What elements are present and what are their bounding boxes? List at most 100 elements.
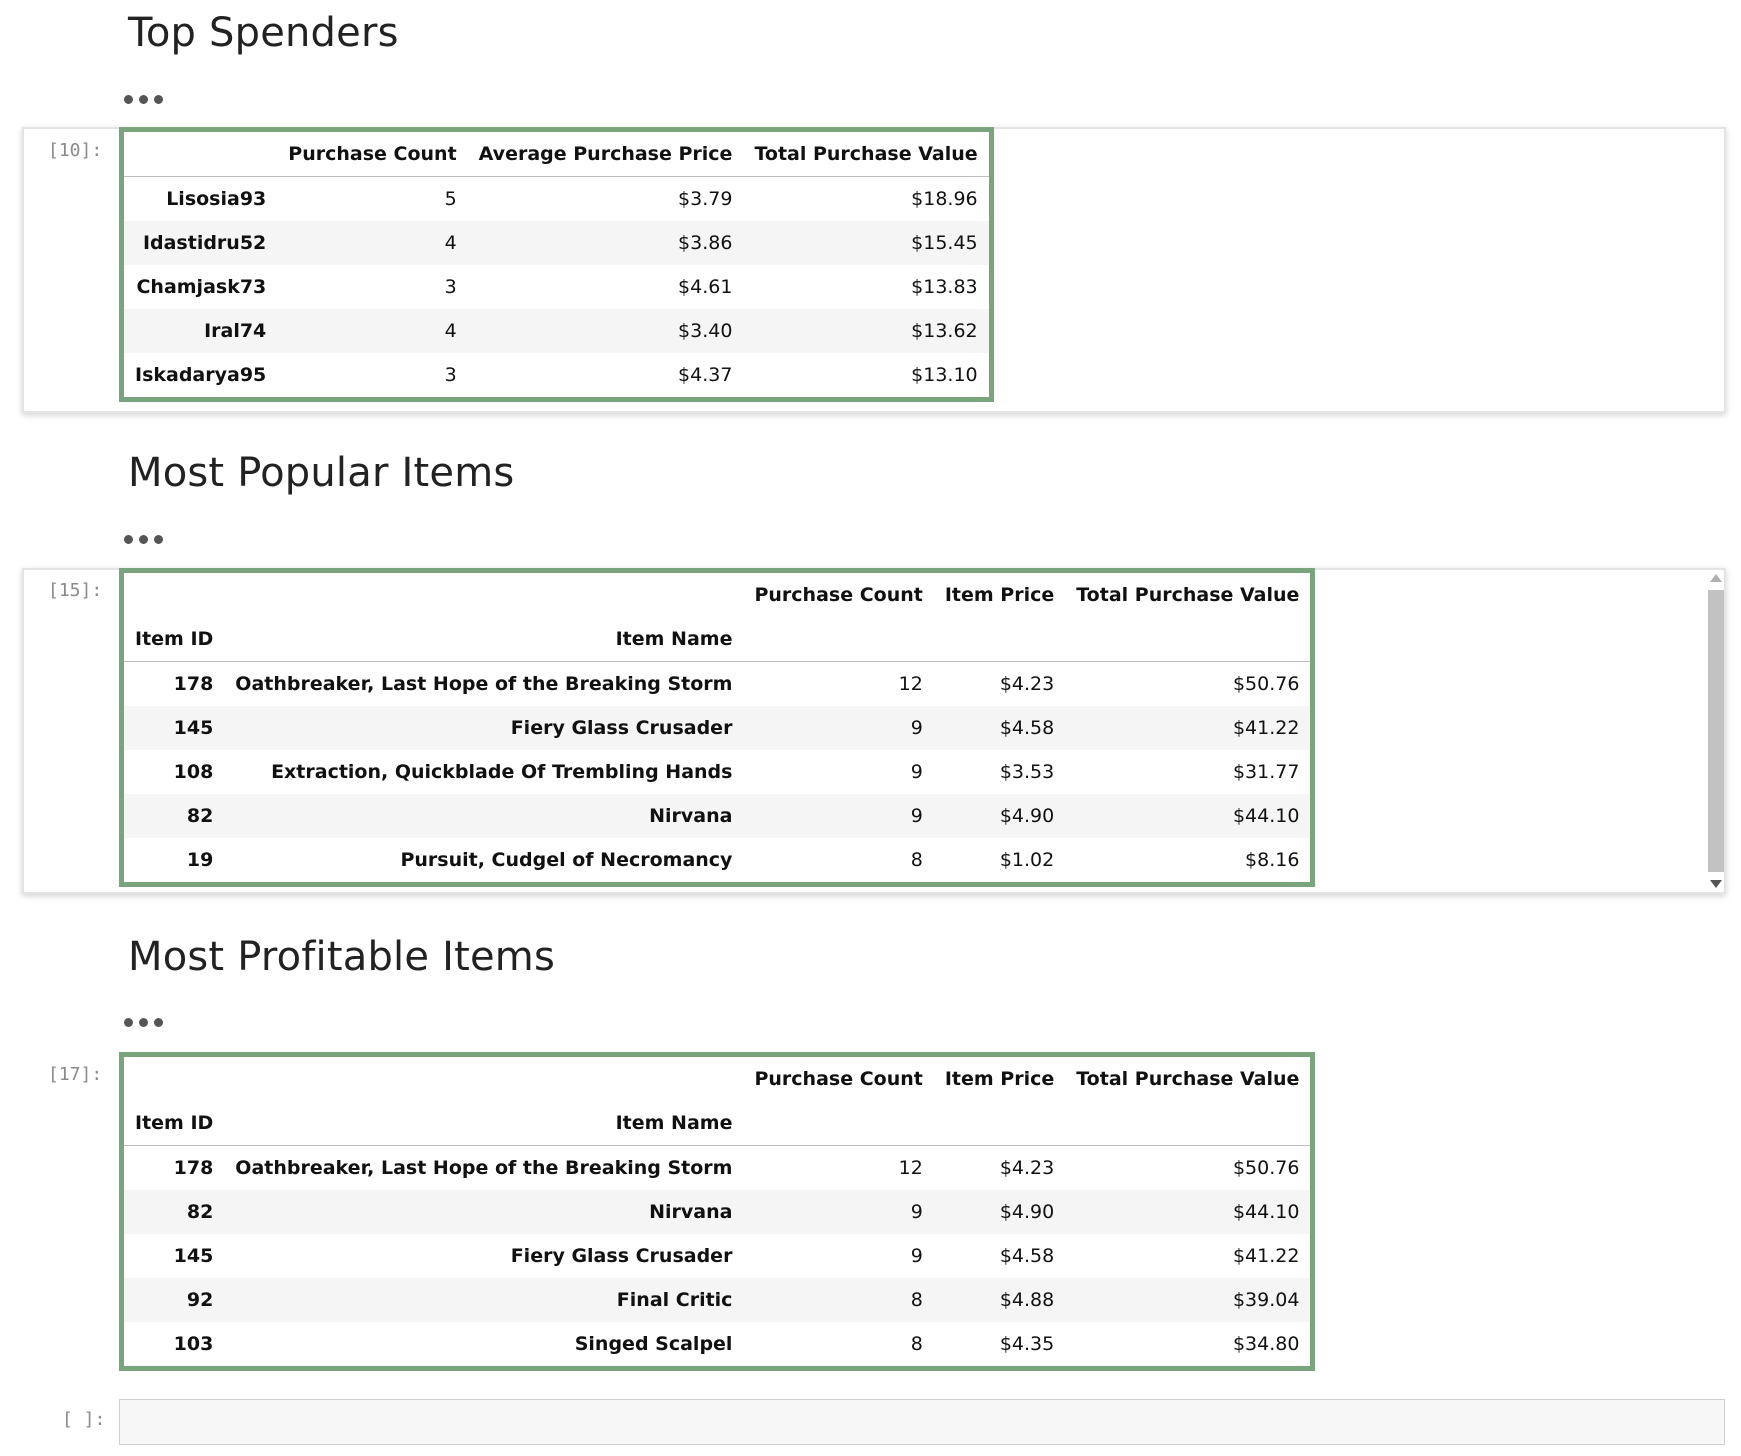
- row-index-name: Fiery Glass Crusader: [510, 717, 733, 739]
- row-index-id: 82: [186, 1201, 214, 1223]
- index-header: [124, 132, 278, 177]
- blank-header: [1065, 1101, 1311, 1146]
- table-row: 145 Fiery Glass Crusader 9 $4.58 $41.22: [124, 706, 1311, 750]
- row-index-name: Final Critic: [616, 1289, 733, 1311]
- table-cell: $4.23: [999, 673, 1055, 695]
- table-row: 103 Singed Scalpel 8 $4.35 $34.80: [124, 1322, 1310, 1366]
- table-cell: $4.35: [999, 1333, 1055, 1355]
- dataframe-most-popular: Purchase Count Item Price Total Purchase…: [119, 568, 1316, 887]
- table-row: Iskadarya95 3 $4.37 $13.10: [124, 353, 989, 397]
- table-cell: $13.83: [911, 276, 978, 298]
- row-index: Chamjask73: [136, 276, 267, 298]
- table-cell: $41.22: [1232, 717, 1300, 739]
- row-index-id: 145: [173, 1245, 214, 1267]
- row-index-name: Fiery Glass Crusader: [510, 1245, 733, 1267]
- table-cell: $8.16: [1245, 849, 1300, 871]
- table-row: Idastidru52 4 $3.86 $15.45: [124, 221, 989, 265]
- empty-code-input[interactable]: [119, 1399, 1725, 1445]
- dataframe-top-spenders: Purchase Count Average Purchase Price To…: [119, 127, 994, 402]
- table-cell: 9: [910, 805, 923, 827]
- most-profitable-items-heading: Most Profitable Items: [128, 934, 555, 980]
- table-row: 82 Nirvana 9 $4.90 $44.10: [124, 794, 1311, 838]
- row-index-id: 103: [173, 1333, 214, 1355]
- table-cell: $3.79: [678, 188, 733, 210]
- table-cell: 8: [910, 1333, 923, 1355]
- top-spenders-heading: Top Spenders: [128, 10, 399, 56]
- scroll-down-arrow-icon[interactable]: [1710, 880, 1722, 888]
- column-header: Item Price: [944, 584, 1055, 606]
- collapsed-ellipsis-icon[interactable]: [124, 1018, 163, 1027]
- row-index-id: 145: [173, 717, 214, 739]
- table-cell: 9: [910, 761, 923, 783]
- blank-header: [224, 1057, 743, 1101]
- blank-header: [933, 1101, 1066, 1146]
- row-index-id: 178: [173, 673, 214, 695]
- index-name-header: Item Name: [224, 617, 744, 662]
- column-header: Total Purchase Value: [1076, 1068, 1300, 1090]
- execution-count-prompt: [15]:: [48, 580, 103, 601]
- notebook: Top Spenders [10]: Purchase Count Averag…: [0, 0, 1741, 1456]
- column-header: Item Price: [944, 1068, 1055, 1090]
- table-cell: $4.88: [999, 1289, 1055, 1311]
- execution-count-prompt: [ ]:: [62, 1409, 106, 1430]
- row-index-id: 92: [186, 1289, 214, 1311]
- table-cell: 8: [910, 849, 923, 871]
- table-cell: 3: [444, 276, 457, 298]
- table-cell: 8: [910, 1289, 923, 1311]
- blank-header: [743, 1101, 934, 1146]
- table-cell: $4.90: [999, 805, 1055, 827]
- table-row: Chamjask73 3 $4.61 $13.83: [124, 265, 989, 309]
- table-row: 178 Oathbreaker, Last Hope of the Breaki…: [124, 662, 1310, 707]
- most-popular-items-heading: Most Popular Items: [128, 450, 515, 496]
- table-cell: $50.76: [1232, 673, 1300, 695]
- table-row: Lisosia93 5 $3.79 $18.96: [124, 177, 989, 222]
- blank-header: [1065, 617, 1311, 662]
- blank-header: [933, 617, 1066, 662]
- table-cell: $50.76: [1232, 1157, 1300, 1179]
- table-row: 145 Fiery Glass Crusader 9 $4.58 $41.22: [124, 1234, 1310, 1278]
- table-cell: $4.58: [999, 1245, 1055, 1267]
- table-cell: $4.23: [999, 1157, 1055, 1179]
- table-cell: 9: [910, 1201, 923, 1223]
- scrollbar-thumb[interactable]: [1708, 590, 1724, 872]
- row-index: Idastidru52: [142, 232, 267, 254]
- collapsed-ellipsis-icon[interactable]: [124, 95, 163, 104]
- table-cell: $34.80: [1232, 1333, 1300, 1355]
- blank-header: [124, 1057, 224, 1101]
- row-index-name: Extraction, Quickblade Of Trembling Hand…: [271, 761, 733, 783]
- table-cell: $39.04: [1232, 1289, 1300, 1311]
- index-name-header: Item ID: [124, 617, 225, 662]
- output-scrollbar[interactable]: [1706, 568, 1726, 894]
- table-cell: $3.53: [999, 761, 1055, 783]
- blank-header: [743, 617, 934, 662]
- table-cell: 5: [444, 188, 457, 210]
- column-header: Total Purchase Value: [743, 132, 989, 177]
- table-row: 108 Extraction, Quickblade Of Trembling …: [124, 750, 1310, 794]
- table-cell: 4: [444, 232, 457, 254]
- scroll-up-arrow-icon[interactable]: [1710, 574, 1722, 582]
- table-cell: $44.10: [1232, 805, 1300, 827]
- table-cell: $4.37: [678, 364, 733, 386]
- row-index-name: Oathbreaker, Last Hope of the Breaking S…: [235, 673, 733, 695]
- blank-header: [224, 573, 743, 617]
- execution-count-prompt: [10]:: [48, 140, 103, 161]
- table-cell: $15.45: [911, 232, 978, 254]
- table-cell: $44.10: [1232, 1201, 1300, 1223]
- table-cell: $4.58: [999, 717, 1055, 739]
- row-index-name: Pursuit, Cudgel of Necromancy: [400, 849, 733, 871]
- table-cell: $3.86: [678, 232, 733, 254]
- row-index-id: 108: [173, 761, 214, 783]
- collapsed-ellipsis-icon[interactable]: [124, 535, 163, 544]
- column-header: Purchase Count: [754, 584, 923, 606]
- row-index-name: Nirvana: [649, 805, 733, 827]
- row-index-id: 178: [173, 1157, 214, 1179]
- table-row: 178 Oathbreaker, Last Hope of the Breaki…: [124, 1146, 1310, 1191]
- row-index-name: Oathbreaker, Last Hope of the Breaking S…: [235, 1157, 733, 1179]
- table-cell: $1.02: [999, 849, 1055, 871]
- table-cell: 12: [898, 1157, 923, 1179]
- column-header: Purchase Count: [277, 132, 468, 177]
- table-cell: $31.77: [1232, 761, 1300, 783]
- table-cell: 9: [910, 717, 923, 739]
- table-cell: $13.62: [911, 320, 978, 342]
- dataframe-most-profitable: Purchase Count Item Price Total Purchase…: [119, 1052, 1316, 1371]
